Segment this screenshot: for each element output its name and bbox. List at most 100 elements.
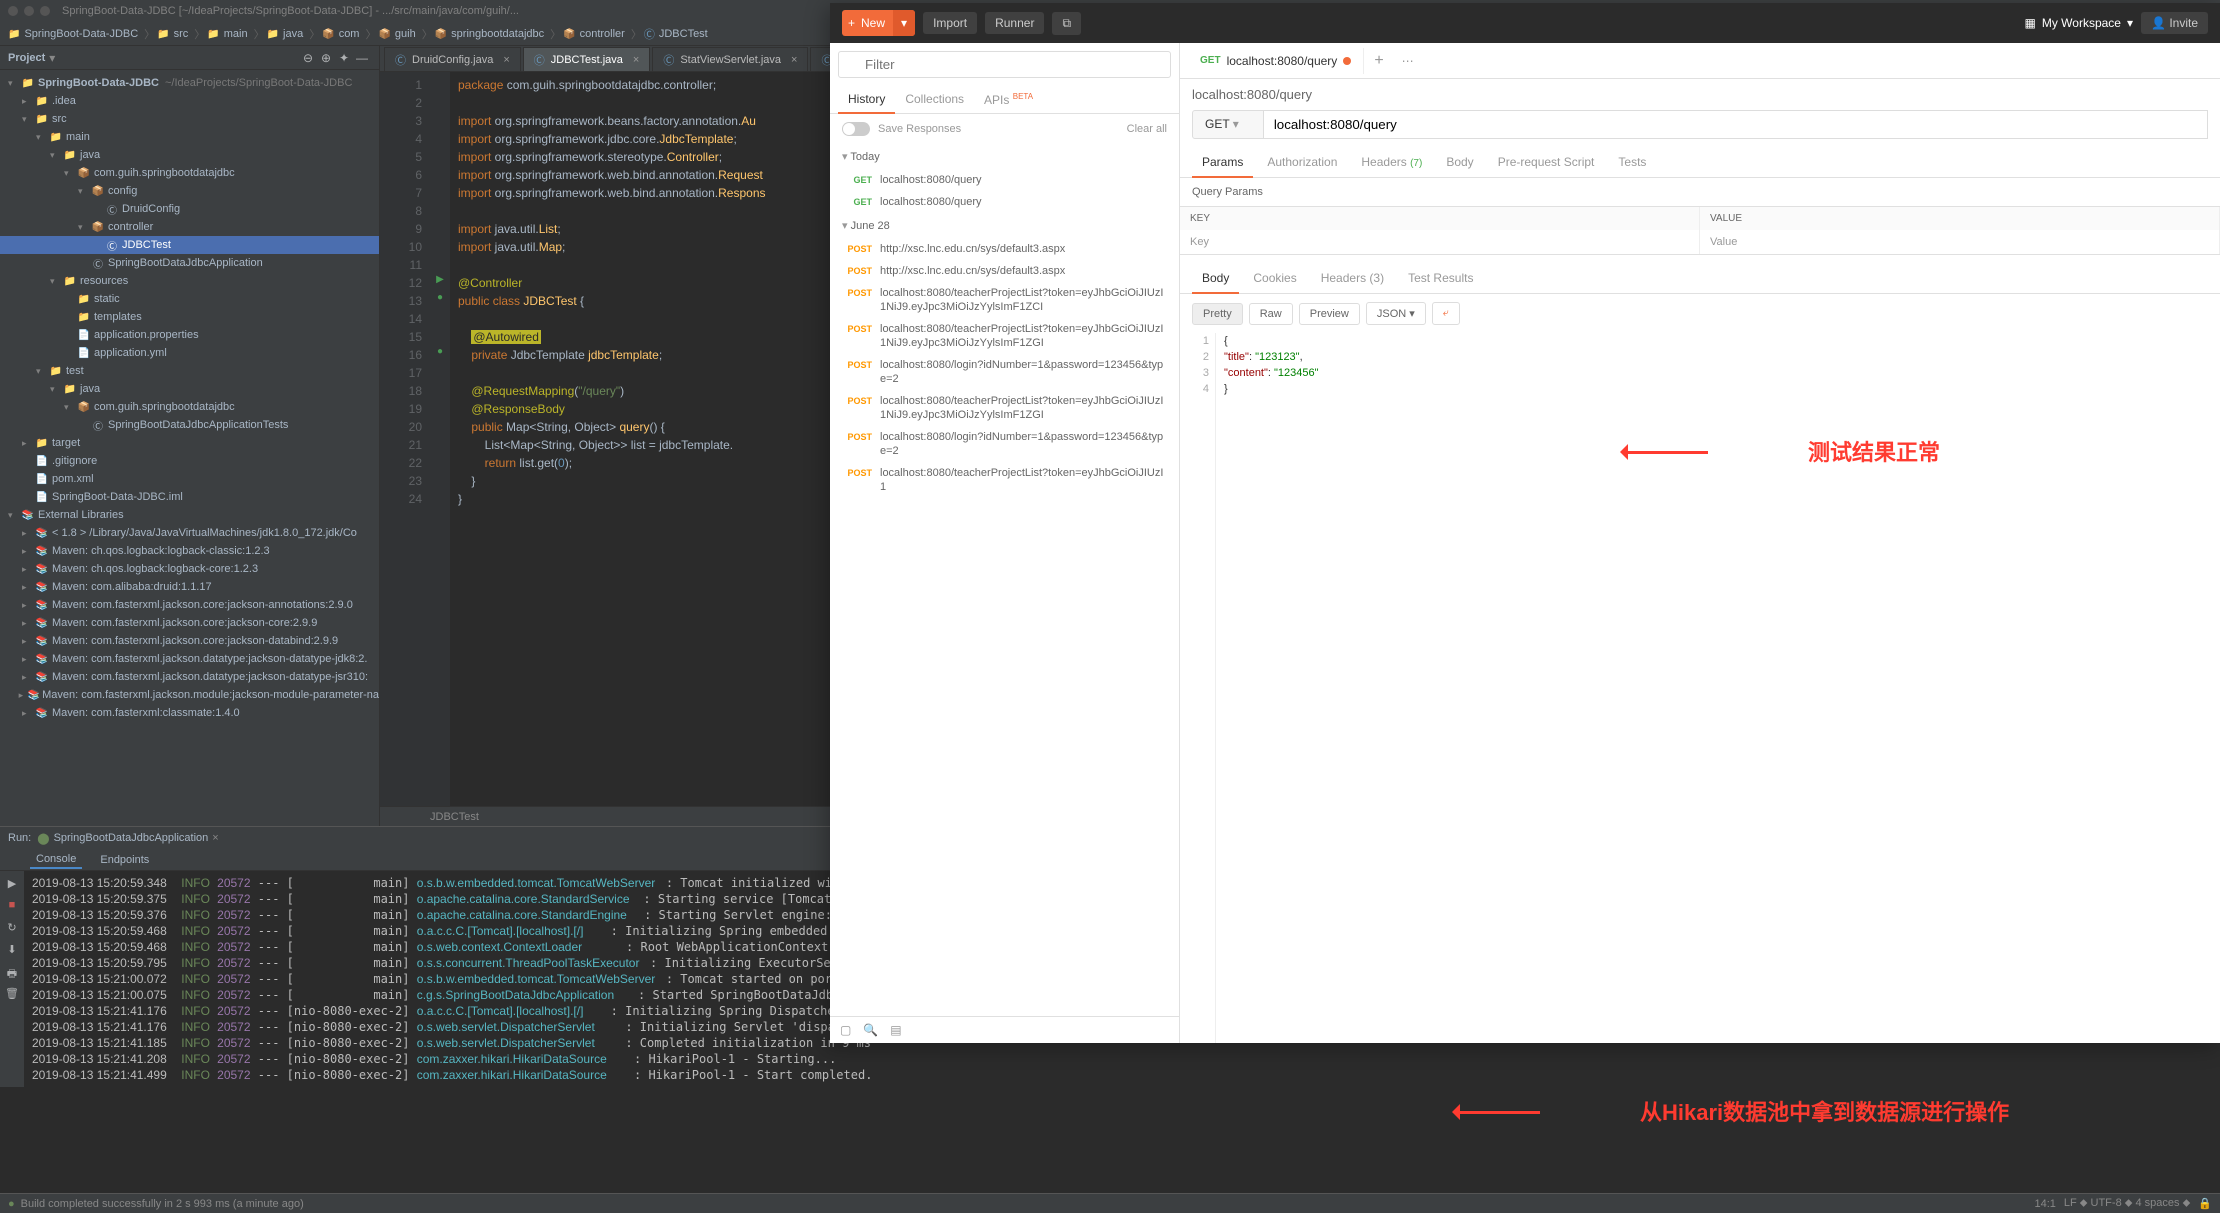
tree-row[interactable]: ▸📚Maven: com.fasterxml.jackson.core:jack…: [0, 614, 379, 632]
breadcrumb-item[interactable]: controller: [563, 28, 625, 40]
tree-row[interactable]: ▾📁src: [0, 110, 379, 128]
history-item[interactable]: POSTlocalhost:8080/teacherProjectList?to…: [830, 462, 1179, 498]
trash-icon[interactable]: 🗑: [4, 987, 20, 1003]
tree-row[interactable]: ▾📁main: [0, 128, 379, 146]
wrap-icon[interactable]: ⤶: [1432, 302, 1460, 325]
editor-tab[interactable]: ⒸDruidConfig.java×: [384, 47, 521, 71]
tree-row[interactable]: ▸📚Maven: com.fasterxml.jackson.module:ja…: [0, 686, 379, 704]
tree-row[interactable]: ▾📁java: [0, 146, 379, 164]
collapse-icon[interactable]: ⊖: [299, 51, 317, 65]
format-select[interactable]: JSON ▾: [1366, 302, 1426, 325]
tree-row[interactable]: ▸📚Maven: com.fasterxml.jackson.datatype:…: [0, 650, 379, 668]
key-input[interactable]: Key: [1180, 230, 1700, 254]
request-tab[interactable]: GET localhost:8080/query: [1188, 48, 1364, 74]
stop-icon[interactable]: ■: [4, 899, 20, 915]
pretty-button[interactable]: Pretty: [1192, 303, 1243, 325]
tree-row[interactable]: ▾📦com.guih.springbootdatajdbc: [0, 398, 379, 416]
hide-icon[interactable]: —: [353, 51, 371, 65]
tree-row[interactable]: ▸📁.idea: [0, 92, 379, 110]
dump-icon[interactable]: ⬇: [4, 943, 20, 959]
save-responses-toggle[interactable]: [842, 122, 870, 136]
tab-authorization[interactable]: Authorization: [1257, 147, 1347, 177]
breadcrumb-item[interactable]: JDBCTest: [644, 26, 708, 42]
tab-apis[interactable]: APIs BETA: [974, 86, 1043, 113]
tree-row[interactable]: ▾📦config: [0, 182, 379, 200]
resp-tab-headers[interactable]: Headers (3): [1311, 263, 1394, 293]
breadcrumb-item[interactable]: guih: [378, 28, 415, 40]
history-date[interactable]: June 28: [830, 213, 1179, 238]
resp-tab-body[interactable]: Body: [1192, 263, 1239, 293]
history-item[interactable]: GETlocalhost:8080/query: [830, 191, 1179, 213]
filter-input[interactable]: [838, 51, 1171, 78]
console-icon[interactable]: ▤: [890, 1023, 901, 1037]
tree-row[interactable]: 📁templates: [0, 308, 379, 326]
tab-headers[interactable]: Headers (7): [1351, 147, 1432, 177]
tree-row[interactable]: ▾📁java: [0, 380, 379, 398]
tree-row[interactable]: ▾📁resources: [0, 272, 379, 290]
tree-row[interactable]: 📁static: [0, 290, 379, 308]
breadcrumb-item[interactable]: com: [322, 28, 359, 40]
editor-tab[interactable]: ⒸJDBCTest.java×: [523, 47, 651, 71]
history-item[interactable]: POSTlocalhost:8080/login?idNumber=1&pass…: [830, 354, 1179, 390]
sidebar-layout-icon[interactable]: ▢: [840, 1023, 851, 1037]
close-icon[interactable]: ×: [791, 54, 797, 66]
tab-body[interactable]: Body: [1436, 147, 1483, 177]
invite-button[interactable]: 👤 Invite: [2141, 12, 2208, 34]
url-input[interactable]: [1264, 110, 2208, 139]
history-item[interactable]: POSTlocalhost:8080/teacherProjectList?to…: [830, 318, 1179, 354]
workspace-selector[interactable]: ▦ My Workspace ▾: [2025, 16, 2134, 30]
chevron-down-icon[interactable]: ▾: [893, 10, 915, 36]
history-item[interactable]: POSTlocalhost:8080/teacherProjectList?to…: [830, 390, 1179, 426]
tab-tests[interactable]: Tests: [1608, 147, 1656, 177]
runner-button[interactable]: Runner: [985, 12, 1044, 34]
restart-icon[interactable]: ↻: [4, 921, 20, 937]
project-tree[interactable]: ▾📁SpringBoot-Data-JDBC~/IdeaProjects/Spr…: [0, 70, 379, 826]
encoding-info[interactable]: LF ⬥ UTF-8 ⬥ 4 spaces ⬥: [2064, 1197, 2190, 1210]
tree-row[interactable]: ▾📁SpringBoot-Data-JDBC~/IdeaProjects/Spr…: [0, 74, 379, 92]
locate-icon[interactable]: ⊕: [317, 51, 335, 65]
add-tab-button[interactable]: +: [1364, 52, 1393, 70]
request-name[interactable]: localhost:8080/query: [1180, 79, 2220, 110]
run-config-name[interactable]: SpringBootDataJdbcApplication: [54, 832, 209, 844]
tree-row[interactable]: ⒸSpringBootDataJdbcApplication: [0, 254, 379, 272]
tree-row[interactable]: ⒸJDBCTest: [0, 236, 379, 254]
tree-row[interactable]: 📄application.properties: [0, 326, 379, 344]
params-table[interactable]: KEY VALUE Key Value: [1180, 206, 2220, 255]
settings-icon[interactable]: ✦: [335, 51, 353, 65]
tab-prerequest[interactable]: Pre-request Script: [1488, 147, 1605, 177]
tab-console[interactable]: Console: [30, 851, 82, 869]
close-icon[interactable]: ×: [633, 54, 639, 66]
tree-row[interactable]: ▸📚Maven: com.alibaba:druid:1.1.17: [0, 578, 379, 596]
breadcrumb-item[interactable]: java: [267, 28, 304, 40]
tree-row[interactable]: ▸📚Maven: ch.qos.logback:logback-core:1.2…: [0, 560, 379, 578]
tree-row[interactable]: ▸📚Maven: com.fasterxml.jackson.datatype:…: [0, 668, 379, 686]
new-window-icon[interactable]: ⧉: [1052, 12, 1081, 35]
history-list[interactable]: TodayGETlocalhost:8080/queryGETlocalhost…: [830, 144, 1179, 1016]
breadcrumb-item[interactable]: SpringBoot-Data-JDBC: [8, 28, 138, 40]
clear-all-link[interactable]: Clear all: [1127, 123, 1167, 135]
response-body[interactable]: 1234 { "title": "123123", "content": "12…: [1180, 333, 2220, 1043]
history-date[interactable]: Today: [830, 144, 1179, 169]
history-item[interactable]: POSTlocalhost:8080/login?idNumber=1&pass…: [830, 426, 1179, 462]
tab-menu-icon[interactable]: ⋯: [1394, 54, 1422, 68]
rerun-icon[interactable]: ▶: [4, 877, 20, 893]
resp-tab-tests[interactable]: Test Results: [1398, 263, 1483, 293]
breadcrumb-item[interactable]: main: [207, 28, 247, 40]
tab-history[interactable]: History: [838, 86, 895, 113]
raw-button[interactable]: Raw: [1249, 303, 1293, 325]
lock-icon[interactable]: 🔒: [2198, 1197, 2212, 1210]
tree-row[interactable]: ▸📚Maven: com.fasterxml.jackson.core:jack…: [0, 632, 379, 650]
tree-row[interactable]: ▸📚Maven: ch.qos.logback:logback-classic:…: [0, 542, 379, 560]
tree-row[interactable]: ▸📚Maven: com.fasterxml.jackson.core:jack…: [0, 596, 379, 614]
preview-button[interactable]: Preview: [1299, 303, 1360, 325]
tree-row[interactable]: ▸📚Maven: com.fasterxml:classmate:1.4.0: [0, 704, 379, 722]
print-icon[interactable]: 🖶: [4, 965, 20, 981]
breadcrumb-item[interactable]: springbootdatajdbc: [435, 28, 544, 40]
tab-params[interactable]: Params: [1192, 147, 1253, 177]
tree-row[interactable]: ▸📚< 1.8 > /Library/Java/JavaVirtualMachi…: [0, 524, 379, 542]
method-select[interactable]: GET ▾: [1192, 110, 1264, 139]
tree-row[interactable]: ⒸDruidConfig: [0, 200, 379, 218]
tree-row[interactable]: ▾📚External Libraries: [0, 506, 379, 524]
caret-position[interactable]: 14:1: [2034, 1198, 2055, 1210]
tree-row[interactable]: ⒸSpringBootDataJdbcApplicationTests: [0, 416, 379, 434]
